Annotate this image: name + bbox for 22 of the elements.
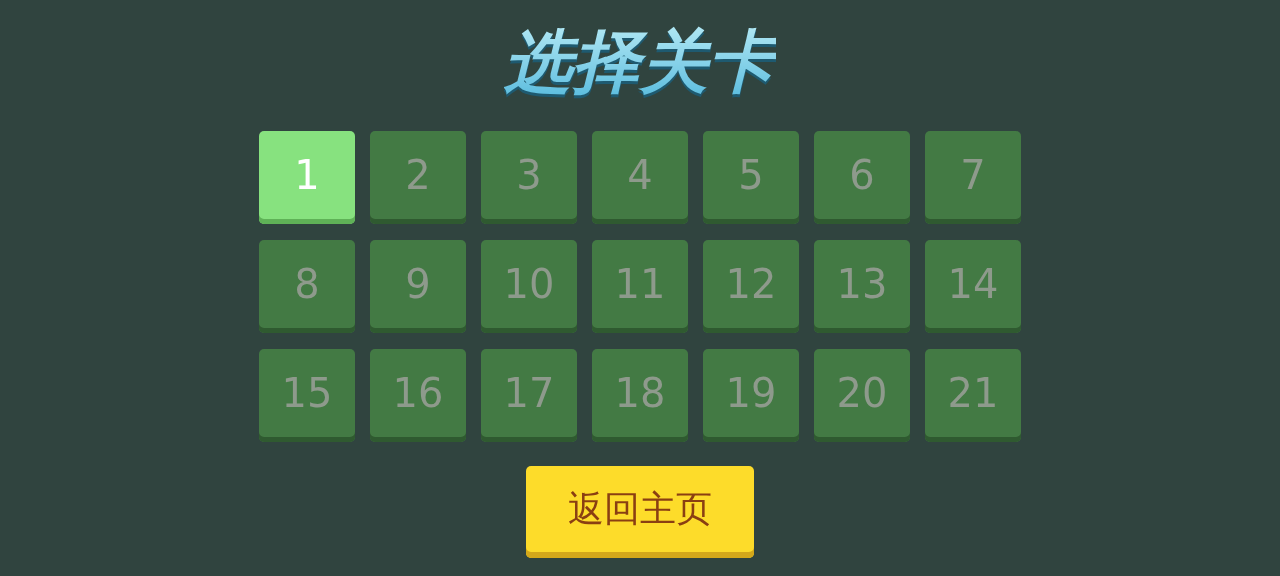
back-home-button[interactable]: 返回主页 bbox=[526, 466, 754, 558]
level-tile[interactable]: 7 bbox=[925, 131, 1021, 224]
level-tile[interactable]: 9 bbox=[370, 240, 466, 333]
level-tile[interactable]: 19 bbox=[703, 349, 799, 442]
level-tile[interactable]: 3 bbox=[481, 131, 577, 224]
level-tile[interactable]: 17 bbox=[481, 349, 577, 442]
level-tile[interactable]: 6 bbox=[814, 131, 910, 224]
level-tile[interactable]: 15 bbox=[259, 349, 355, 442]
level-tile[interactable]: 14 bbox=[925, 240, 1021, 333]
level-tile[interactable]: 2 bbox=[370, 131, 466, 224]
level-tile[interactable]: 16 bbox=[370, 349, 466, 442]
level-tile[interactable]: 4 bbox=[592, 131, 688, 224]
level-tile[interactable]: 20 bbox=[814, 349, 910, 442]
level-tile[interactable]: 11 bbox=[592, 240, 688, 333]
level-tile[interactable]: 18 bbox=[592, 349, 688, 442]
level-tile[interactable]: 13 bbox=[814, 240, 910, 333]
level-tile[interactable]: 5 bbox=[703, 131, 799, 224]
level-tile[interactable]: 21 bbox=[925, 349, 1021, 442]
level-tile[interactable]: 1 bbox=[259, 131, 355, 224]
level-tile[interactable]: 12 bbox=[703, 240, 799, 333]
level-tile[interactable]: 8 bbox=[259, 240, 355, 333]
level-tile[interactable]: 10 bbox=[481, 240, 577, 333]
